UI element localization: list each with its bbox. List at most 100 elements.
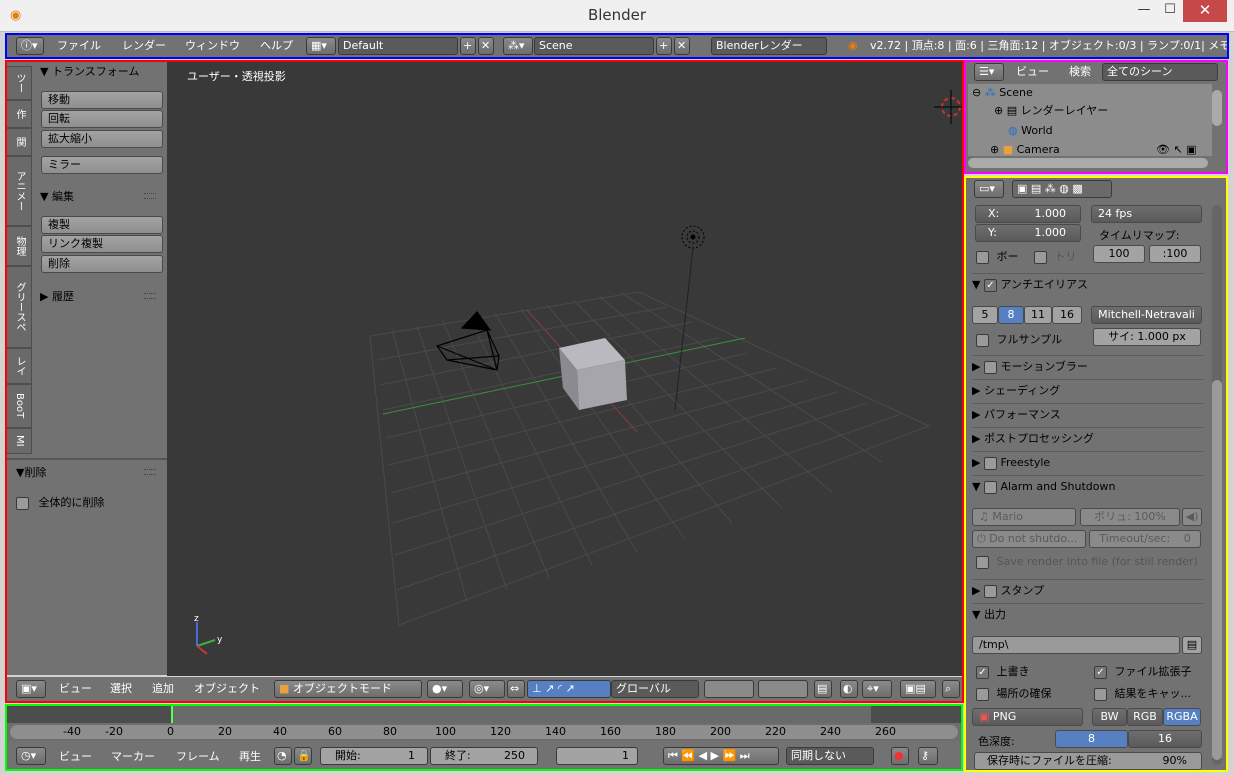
tab-create[interactable]: 作 <box>6 100 32 128</box>
current-frame-field[interactable]: 1 <box>556 747 638 765</box>
motion-blur-checkbox[interactable] <box>983 360 997 374</box>
minimize-button[interactable]: — <box>1131 0 1157 22</box>
play-sound-icon[interactable]: ◀) <box>1182 508 1202 526</box>
use-global-option[interactable]: 全体的に削除 <box>16 494 105 510</box>
tab-layer[interactable]: レイ <box>6 348 32 384</box>
freestyle-panel-header[interactable]: ▶ Freestyle <box>972 451 1204 473</box>
file-browser-icon[interactable]: ▤ <box>1182 636 1202 654</box>
editor-type-properties-icon[interactable]: ▭▾ <box>974 180 1004 198</box>
properties-scrollbar[interactable] <box>1212 380 1222 760</box>
orientation-select[interactable]: グローバル <box>611 680 699 698</box>
menu-help[interactable]: ヘルプ <box>260 37 293 55</box>
lock-layers-icon[interactable]: ▤ <box>814 680 832 698</box>
rotate-button[interactable]: 回転 <box>41 110 163 128</box>
shading-panel-header[interactable]: ▶ シェーディング <box>972 379 1204 401</box>
aa-samples-16[interactable]: 16 <box>1052 306 1082 324</box>
maximize-button[interactable]: ☐ <box>1157 0 1183 22</box>
scale-button[interactable]: 拡大縮小 <box>41 130 163 148</box>
timeline-ruler[interactable] <box>6 705 962 723</box>
stamp-panel-header[interactable]: ▶ スタンプ <box>972 579 1204 601</box>
delete-button[interactable]: 削除 <box>41 255 163 273</box>
scene-name-field[interactable]: Scene <box>534 37 654 55</box>
color-depth-8[interactable]: 8 <box>1055 730 1128 748</box>
editor-type-3dview-icon[interactable]: ▣▾ <box>16 680 46 698</box>
outliner-hscrollbar[interactable] <box>968 158 1208 168</box>
aa-filter-select[interactable]: Mitchell-Netravali <box>1091 306 1202 324</box>
compression-field[interactable]: 保存時にファイルを圧縮: 90% <box>974 752 1202 770</box>
transform-manipulators[interactable]: ⊥ ↗ ◜ ↗ <box>527 680 611 698</box>
cache-result-checkbox[interactable] <box>1094 687 1107 701</box>
editor-type-outliner-icon[interactable]: ☰▾ <box>974 63 1004 81</box>
preview-range-icon[interactable]: ◔ <box>274 747 292 765</box>
3d-viewport[interactable]: ユーザー・透視投影 z y <box>167 60 963 676</box>
record-icon[interactable]: ● <box>891 747 909 765</box>
resolution-x-field[interactable]: X: 1.000 <box>975 205 1081 223</box>
layers-grid-a[interactable] <box>704 680 754 698</box>
delete-scene-icon[interactable]: ✕ <box>674 37 690 55</box>
volume-field[interactable]: ボリュ: 100% <box>1080 508 1180 526</box>
outliner-item-camera[interactable]: ⊕ ■ Camera <box>990 141 1060 159</box>
cache-result-option[interactable]: 結果をキャッ... <box>1094 685 1191 701</box>
tab-tools[interactable]: ツー <box>6 66 32 100</box>
timeout-field[interactable]: Timeout/sec: 0 <box>1089 530 1201 548</box>
tab-relations[interactable]: 関 <box>6 128 32 156</box>
aa-samples-5[interactable]: 5 <box>972 306 998 324</box>
tab-grease-pencil[interactable]: グリースペ <box>6 266 32 348</box>
shading-select-icon[interactable]: ●▾ <box>427 680 463 698</box>
motion-blur-panel-header[interactable]: ▶ モーションブラー <box>972 355 1204 377</box>
menu-render[interactable]: レンダー <box>122 37 166 55</box>
current-frame-marker[interactable] <box>171 705 173 723</box>
crop-option[interactable]: トリ <box>1034 248 1077 264</box>
panel-grip-icon[interactable] <box>144 293 156 299</box>
outliner-item-world[interactable]: ◍ World <box>1008 122 1053 140</box>
render-preview-icons[interactable]: ▣▤ <box>900 680 936 698</box>
proportional-edit-icon[interactable]: ◐ <box>840 680 858 698</box>
output-panel-header[interactable]: ▼ 出力 <box>972 603 1204 625</box>
file-extensions-option[interactable]: ✓ ファイル拡張子 <box>1094 663 1192 679</box>
visibility-icons[interactable]: 👁 ↖ ▣ <box>1156 141 1197 159</box>
snap-icon[interactable]: ⌖▾ <box>862 680 892 698</box>
file-extensions-checkbox[interactable]: ✓ <box>1094 665 1107 679</box>
freestyle-checkbox[interactable] <box>983 456 997 470</box>
tab-mi[interactable]: MI <box>6 428 32 454</box>
lock-range-icon[interactable]: 🔒 <box>294 747 312 765</box>
manipulator-icon[interactable]: ⇔ <box>507 680 525 698</box>
end-frame-field[interactable]: 終了: 250 <box>430 747 538 765</box>
remap-new-field[interactable]: :100 <box>1149 245 1201 263</box>
color-bw-button[interactable]: BW <box>1092 708 1127 726</box>
placeholders-option[interactable]: 場所の確保 <box>976 685 1052 701</box>
full-sample-checkbox[interactable] <box>976 333 989 347</box>
antialias-checkbox[interactable]: ✓ <box>983 278 997 292</box>
outliner-filter-select[interactable]: 全てのシーン <box>1102 63 1218 81</box>
performance-panel-header[interactable]: ▶ パフォーマンス <box>972 403 1204 425</box>
resolution-y-field[interactable]: Y: 1.000 <box>975 224 1081 242</box>
shutdown-select[interactable]: ⏻ Do not shutdo... <box>972 530 1086 548</box>
menu-view[interactable]: ビュー <box>59 680 92 698</box>
outliner-menu-view[interactable]: ビュー <box>1016 63 1049 81</box>
menu-file[interactable]: ファイル <box>57 37 101 55</box>
alarm-checkbox[interactable] <box>983 480 997 494</box>
panel-grip-icon[interactable] <box>144 193 156 199</box>
antialias-panel-header[interactable]: ▼ ✓ アンチエイリアス <box>972 273 1204 295</box>
add-layout-icon[interactable]: + <box>460 37 476 55</box>
timeline-menu-playback[interactable]: 再生 <box>239 748 261 766</box>
keying-set-icon[interactable]: ⚷ <box>918 747 938 765</box>
border-option[interactable]: ボー <box>976 248 1019 264</box>
properties-context-tabs[interactable]: ▣ ▤ ⁂ ◍ ▩ <box>1012 180 1112 198</box>
playback-controls[interactable]: ⏮ ⏪ ◀ ▶ ⏩ ⏭ <box>663 747 779 765</box>
color-rgba-button[interactable]: RGBA <box>1163 708 1201 726</box>
panel-grip-icon[interactable] <box>144 469 156 475</box>
editor-type-info-icon[interactable]: ⓘ▾ <box>16 37 44 55</box>
timeline-menu-marker[interactable]: マーカー <box>111 748 155 766</box>
menu-window[interactable]: ウィンドウ <box>185 37 240 55</box>
menu-select[interactable]: 選択 <box>110 680 132 698</box>
overwrite-checkbox[interactable]: ✓ <box>976 665 989 679</box>
crop-checkbox[interactable] <box>1034 250 1047 264</box>
aa-samples-11[interactable]: 11 <box>1024 306 1052 324</box>
mirror-button[interactable]: ミラー <box>41 156 163 174</box>
3d-cursor-icon[interactable] <box>934 90 963 124</box>
stamp-checkbox[interactable] <box>983 584 997 598</box>
overwrite-option[interactable]: ✓ 上書き <box>976 663 1030 679</box>
remap-old-field[interactable]: 100 <box>1093 245 1145 263</box>
scene-icon[interactable]: ⁂▾ <box>503 37 533 55</box>
